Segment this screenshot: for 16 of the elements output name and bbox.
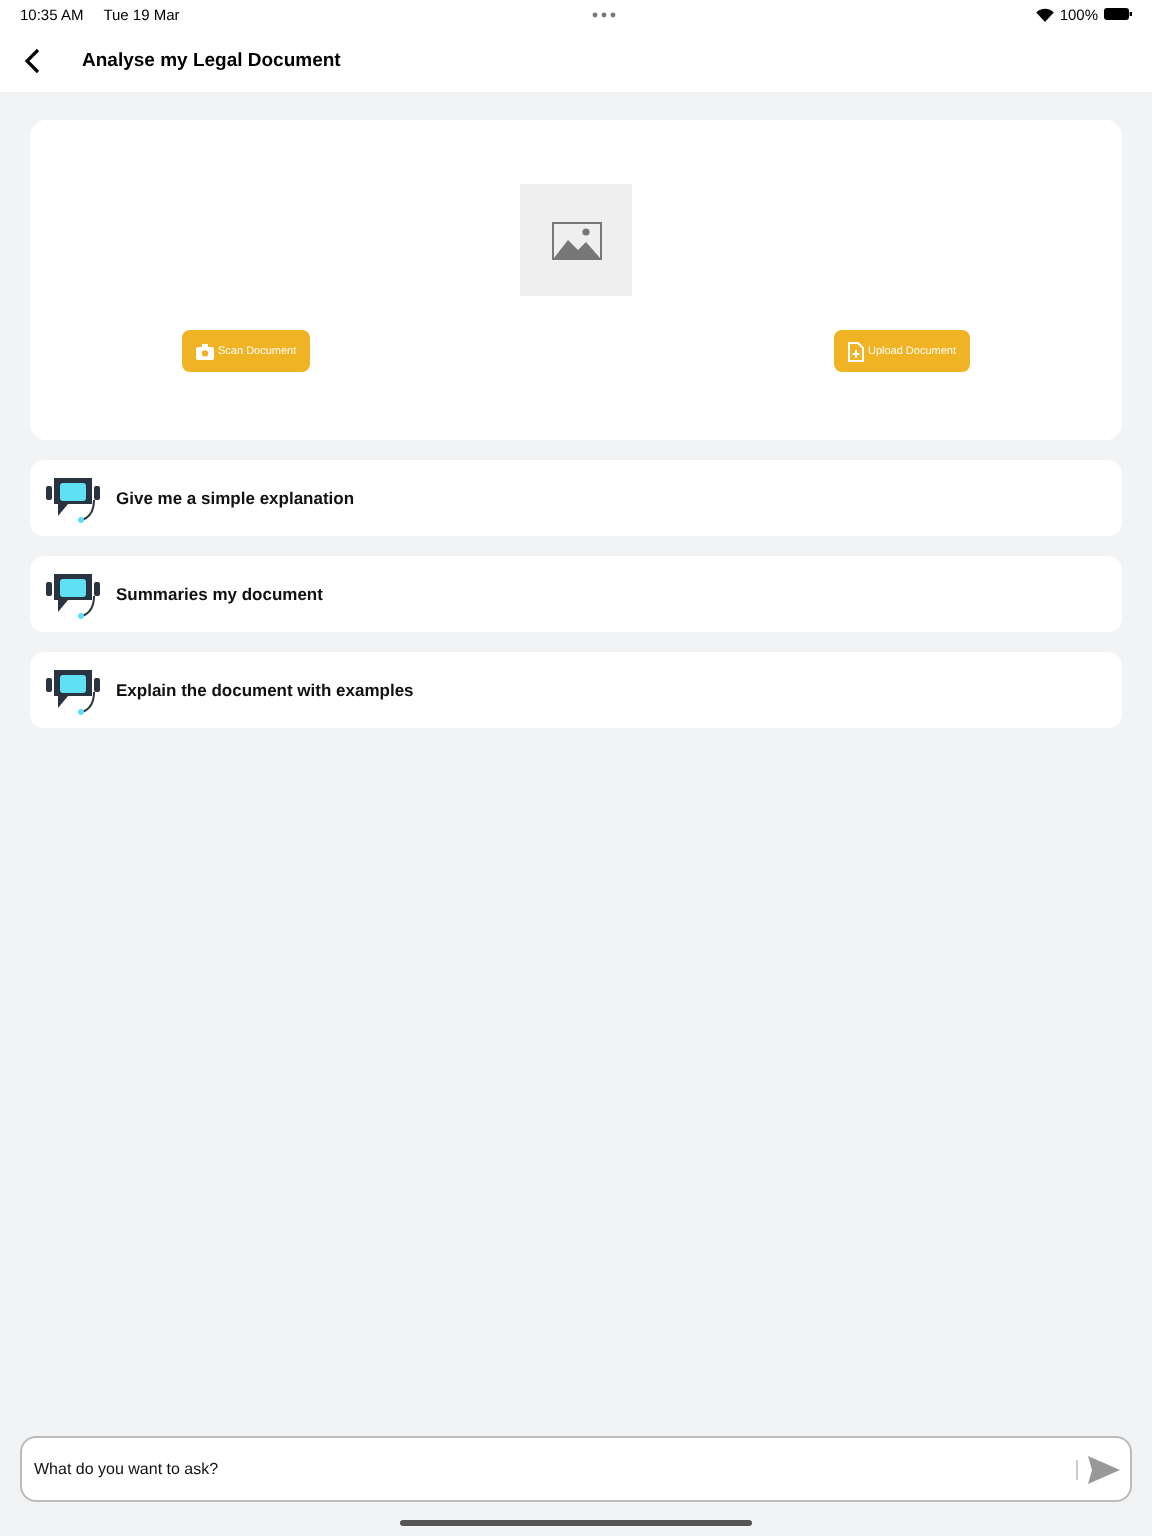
more-dots-icon — [591, 11, 616, 17]
back-icon[interactable] — [24, 47, 40, 73]
prompt-suggestion[interactable]: Summaries my document — [30, 556, 1122, 632]
page-title: Analyse my Legal Document — [82, 49, 341, 71]
prompt-suggestion[interactable]: Explain the document with examples — [30, 652, 1122, 728]
robot-icon — [46, 664, 100, 716]
camera-icon — [196, 343, 214, 359]
ask-input-field[interactable]: What do you want to ask? — [20, 1436, 1132, 1502]
robot-icon — [46, 568, 100, 620]
send-icon[interactable] — [1088, 1456, 1120, 1484]
prompt-suggestion[interactable]: Give me a simple explanation — [30, 460, 1122, 536]
wifi-icon — [1035, 7, 1054, 21]
robot-icon — [46, 472, 100, 524]
battery-icon — [1104, 8, 1132, 20]
file-add-icon — [847, 341, 864, 361]
image-placeholder-icon — [520, 184, 632, 296]
